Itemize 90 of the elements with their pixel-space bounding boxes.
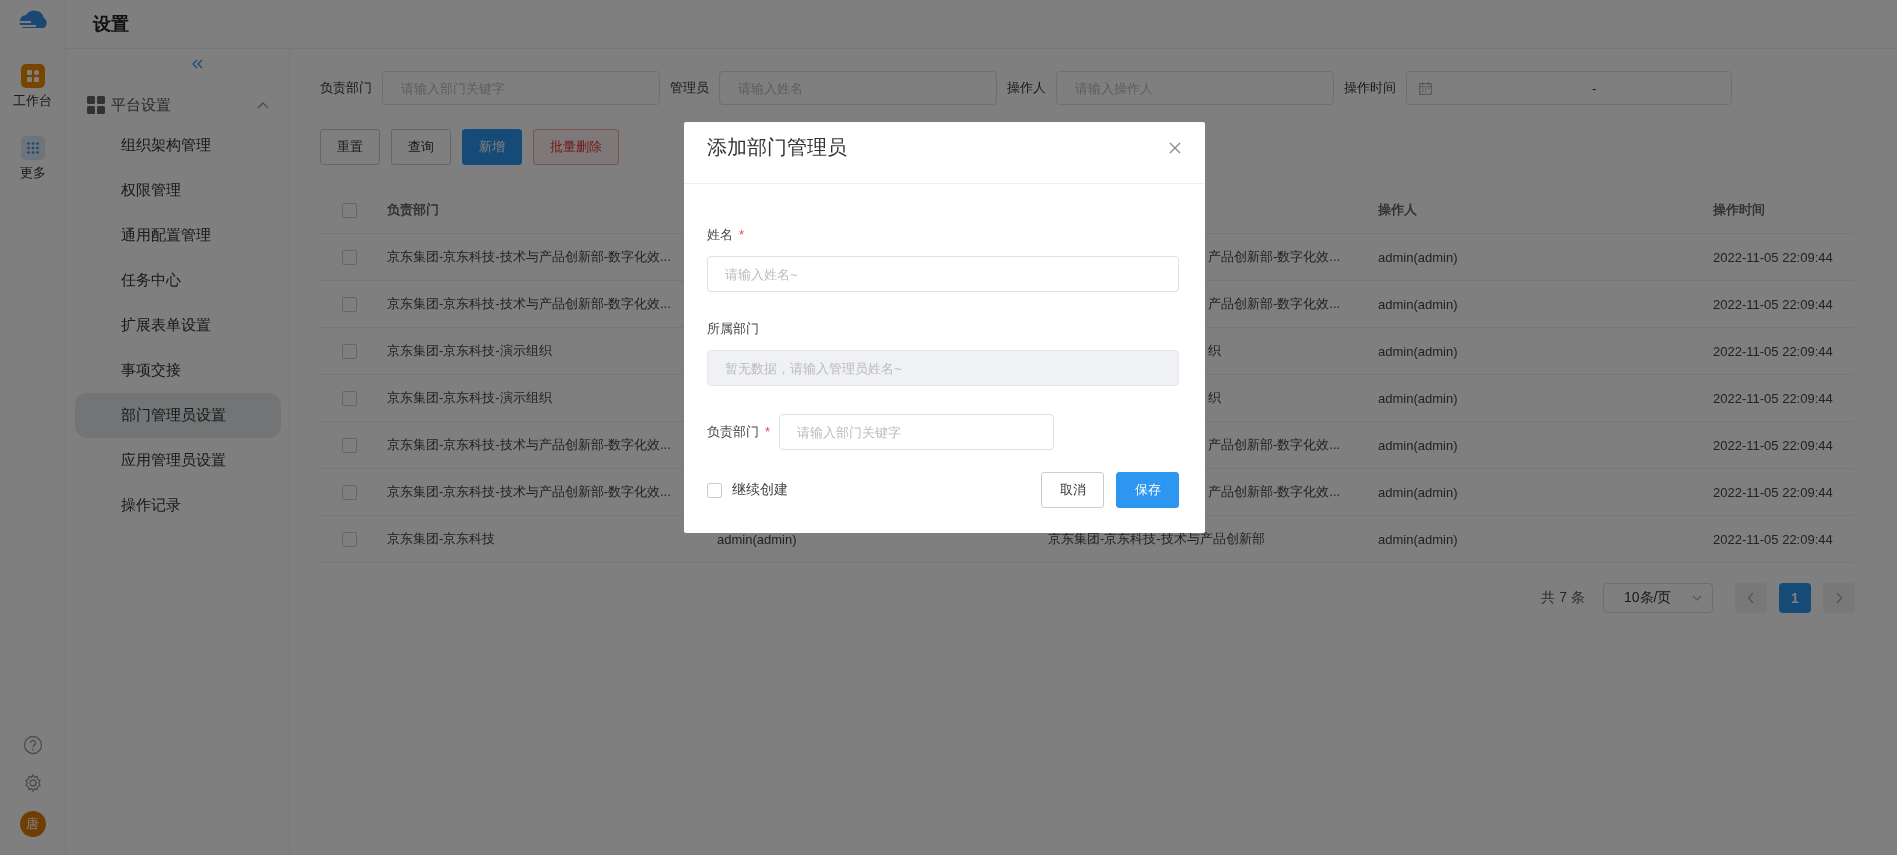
- sidebar-item[interactable]: 组织架构管理: [75, 123, 281, 168]
- page-size-select[interactable]: 10条/页: [1603, 583, 1713, 613]
- row-checkbox[interactable]: [342, 249, 357, 265]
- sidebar-item[interactable]: 应用管理员设置: [75, 438, 281, 483]
- table-cell: admin(admin): [1378, 484, 1458, 500]
- row-checkbox[interactable]: [342, 343, 357, 359]
- table-cell: 2022-11-05 22:09:44: [1713, 343, 1833, 359]
- settings-icon[interactable]: [22, 773, 43, 793]
- table-cell: 产品创新部-数字化效...: [1208, 437, 1341, 452]
- column-header: 负责部门: [387, 202, 439, 217]
- table-cell: admin(admin): [1378, 249, 1458, 265]
- user-avatar[interactable]: 唐: [19, 811, 46, 837]
- help-icon[interactable]: [22, 735, 43, 755]
- action-button[interactable]: 查询: [391, 129, 451, 165]
- table-cell: 京东集团-京东科技-演示组织: [387, 390, 552, 405]
- page-title: 设置: [93, 13, 129, 36]
- input-field[interactable]: 请输入姓名~: [707, 256, 1179, 292]
- table-cell: 京东集团-京东科技: [387, 531, 496, 546]
- chevron-down-icon: [1692, 595, 1702, 601]
- row-checkbox[interactable]: [342, 390, 357, 406]
- action-button[interactable]: 批量删除: [533, 129, 619, 165]
- table-cell: 京东集团-京东科技-技术与产品创新部: [1048, 531, 1265, 546]
- double-chevron-left-icon[interactable]: [191, 59, 204, 69]
- action-button[interactable]: 重置: [320, 129, 380, 165]
- table-cell: 织: [1208, 390, 1221, 405]
- table-cell: 2022-11-05 22:09:44: [1713, 296, 1833, 312]
- tiles-icon: [87, 96, 105, 114]
- dialog-title: 添加部门管理员: [707, 135, 847, 160]
- checkbox-label[interactable]: 继续创建: [732, 481, 788, 499]
- sidebar-item[interactable]: 任务中心: [75, 258, 281, 303]
- table-cell: admin(admin): [1378, 296, 1458, 312]
- next-page-button[interactable]: [1823, 583, 1855, 613]
- page-button[interactable]: 1: [1779, 583, 1811, 613]
- column-header: 操作人: [1378, 202, 1417, 217]
- total-count: 共 7 条: [1541, 589, 1585, 607]
- field-label: 所属部门: [707, 320, 760, 338]
- field-label: 姓名 *: [707, 226, 746, 244]
- table-cell: admin(admin): [1378, 390, 1458, 406]
- table-cell: 2022-11-05 22:09:44: [1713, 484, 1833, 500]
- table-cell: 2022-11-05 22:09:44: [1713, 249, 1833, 265]
- menu-group-label[interactable]: 平台设置: [111, 95, 251, 115]
- continue-checkbox[interactable]: [707, 482, 722, 498]
- filter-label: 操作时间: [1344, 79, 1396, 97]
- close-icon[interactable]: [1169, 141, 1181, 154]
- dialog-button[interactable]: 保存: [1116, 472, 1179, 508]
- chevron-left-icon: [1747, 592, 1755, 604]
- table-cell: 京东集团-京东科技-技术与产品创新部-数字化效...: [387, 296, 671, 311]
- sidebar-item[interactable]: 通用配置管理: [75, 213, 281, 258]
- table-cell: 京东集团-京东科技-技术与产品创新部-数字化效...: [387, 437, 671, 452]
- select-all-checkbox[interactable]: [342, 202, 357, 218]
- action-button[interactable]: 新增: [462, 129, 522, 165]
- dialog-button[interactable]: 取消: [1041, 472, 1104, 508]
- table-cell: admin(admin): [1378, 343, 1458, 359]
- table-cell: admin(admin): [1378, 531, 1458, 547]
- grid-icon[interactable]: [20, 136, 45, 160]
- column-header: 操作时间: [1713, 202, 1765, 217]
- filter-label: 操作人: [1007, 79, 1046, 97]
- previous-page-button[interactable]: [1735, 583, 1767, 613]
- row-checkbox[interactable]: [342, 484, 357, 500]
- table-cell: 产品创新部-数字化效...: [1208, 249, 1341, 264]
- rail-label[interactable]: 工作台: [13, 92, 52, 110]
- input-field[interactable]: 请输入部门关键字: [779, 414, 1055, 450]
- sidebar-item[interactable]: 部门管理员设置: [75, 393, 281, 438]
- sidebar-item[interactable]: 扩展表单设置: [75, 303, 281, 348]
- sidebar-item[interactable]: 权限管理: [75, 168, 281, 213]
- apps-icon[interactable]: [20, 64, 45, 88]
- table-cell: 京东集团-京东科技-演示组织: [387, 343, 552, 358]
- sidebar-item[interactable]: 事项交接: [75, 348, 281, 393]
- caret-icon[interactable]: [257, 101, 269, 109]
- table-cell: admin(admin): [1378, 437, 1458, 453]
- filter-label: 管理员: [670, 79, 709, 97]
- field-label: 负责部门 *: [707, 423, 771, 441]
- table-cell: 京东集团-京东科技-技术与产品创新部-数字化效...: [387, 249, 671, 264]
- table-cell: 织: [1208, 343, 1221, 358]
- chevron-right-icon: [1835, 592, 1843, 604]
- table-cell: 京东集团-京东科技-技术与产品创新部-数字化效...: [387, 484, 671, 499]
- date-range-field[interactable]: -: [1406, 71, 1732, 105]
- table-cell: 2022-11-05 22:09:44: [1713, 390, 1833, 406]
- row-checkbox[interactable]: [342, 296, 357, 312]
- row-checkbox[interactable]: [342, 437, 357, 453]
- row-checkbox[interactable]: [342, 531, 357, 547]
- table-cell: 产品创新部-数字化效...: [1208, 296, 1341, 311]
- sidebar-item[interactable]: 操作记录: [75, 483, 281, 528]
- filter-label: 负责部门: [320, 79, 372, 97]
- rail-label[interactable]: 更多: [19, 164, 46, 182]
- table-cell: 2022-11-05 22:09:44: [1713, 531, 1833, 547]
- table-cell: 产品创新部-数字化效...: [1208, 484, 1341, 499]
- table-cell: 2022-11-05 22:09:44: [1713, 437, 1833, 453]
- table-cell: admin(admin): [717, 531, 797, 547]
- calendar-icon: [1419, 81, 1432, 95]
